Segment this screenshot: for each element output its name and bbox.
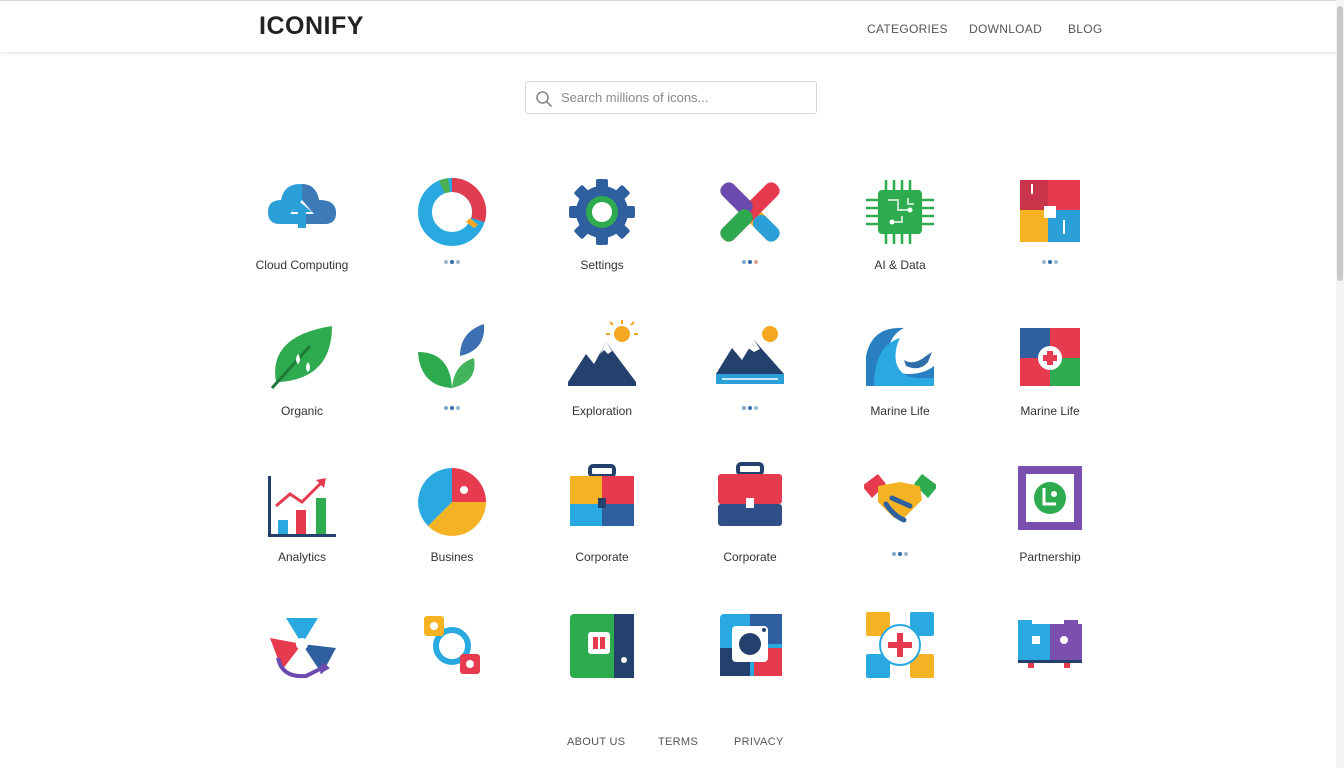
medical-cross-icon	[866, 612, 934, 678]
scrollbar-thumb[interactable]	[1337, 6, 1343, 281]
mountain-lake-icon	[716, 326, 784, 384]
icon-label: Exploration	[571, 404, 633, 418]
icon-tile[interactable]: Marine Life	[990, 306, 1110, 426]
icon-tile[interactable]: Organic	[242, 306, 362, 426]
icon-tile[interactable]	[542, 598, 662, 718]
recycle-arrows-icon	[270, 618, 336, 679]
vertical-scrollbar[interactable]	[1336, 0, 1344, 768]
sprout-icon	[418, 324, 485, 388]
loading-dots	[892, 552, 908, 556]
icon-label: Partnership	[1019, 550, 1081, 564]
icon-tile[interactable]: Cloud Computing	[242, 160, 362, 280]
icon-tile[interactable]	[840, 598, 960, 718]
icon-tile[interactable]: Partnership	[990, 452, 1110, 572]
icon-tile[interactable]	[392, 598, 512, 718]
icon-label: Busines	[430, 550, 474, 564]
nav-download[interactable]: DOWNLOAD	[969, 22, 1042, 36]
mountain-sun-icon	[568, 320, 638, 386]
icon-label: Settings	[580, 258, 624, 272]
icon-tile[interactable]: Analytics	[242, 452, 362, 572]
icon-tile[interactable]	[690, 160, 810, 280]
icon-tile[interactable]: Busines	[392, 452, 512, 572]
crossed-x-icon	[720, 182, 780, 242]
icon-tile[interactable]	[990, 598, 1110, 718]
briefcase-color-icon	[570, 464, 634, 526]
icon-tile[interactable]	[242, 598, 362, 718]
icon-tile[interactable]: Corporate	[690, 452, 810, 572]
icon-tile[interactable]: Settings	[542, 160, 662, 280]
gear-icon	[569, 179, 635, 245]
icon-tile[interactable]	[690, 598, 810, 718]
loading-dots	[444, 406, 460, 410]
green-box-icon	[570, 614, 634, 678]
icon-tile[interactable]: AI & Data	[840, 160, 960, 280]
monitor-folder-icon	[1018, 620, 1082, 668]
icon-tile[interactable]	[840, 452, 960, 572]
footer-about-us[interactable]: ABOUT US	[567, 736, 625, 748]
icon-label: Analytics	[277, 550, 327, 564]
search-icon	[536, 91, 552, 107]
icon-tile[interactable]	[690, 306, 810, 426]
partnership-frame-icon	[1018, 466, 1082, 530]
icon-label: Marine Life	[870, 404, 930, 418]
search-input[interactable]	[561, 82, 806, 113]
circuit-chip-icon	[866, 180, 934, 244]
cloud-upload-icon	[268, 184, 336, 232]
site-logo[interactable]: ICONIFY	[259, 12, 364, 41]
donut-chart-icon	[418, 177, 487, 246]
loading-dots	[742, 260, 758, 264]
icon-tile[interactable]	[990, 160, 1110, 280]
blue-box-icon	[720, 614, 782, 676]
wave-whale-icon	[866, 327, 934, 386]
nav-categories[interactable]: CATEGORIES	[867, 22, 948, 36]
leaf-drops-icon	[270, 326, 332, 390]
icon-label: Organic	[280, 404, 324, 418]
icon-label: AI & Data	[874, 258, 926, 272]
puzzle-tiles-icon	[1020, 180, 1080, 242]
icon-label: Corporate	[723, 550, 777, 564]
loading-dots	[1042, 260, 1058, 264]
loading-dots	[742, 406, 758, 410]
icon-tile[interactable]: Corporate	[542, 452, 662, 572]
search-box	[525, 81, 817, 114]
icon-label: Marine Life	[1020, 404, 1080, 418]
icon-tile[interactable]: Exploration	[542, 306, 662, 426]
briefcase-icon	[718, 462, 782, 526]
medical-puzzle-icon	[1020, 328, 1080, 386]
icon-tile[interactable]	[392, 160, 512, 280]
handshake-icon	[864, 474, 936, 523]
link-nodes-icon	[424, 616, 480, 674]
icon-label: Corporate	[575, 550, 629, 564]
pie-chart-icon	[418, 468, 486, 536]
icon-label: Cloud Computing	[255, 258, 349, 272]
top-navigation-bar: ICONIFY CATEGORIES DOWNLOAD BLOG	[0, 0, 1344, 52]
footer-terms[interactable]: TERMS	[658, 736, 698, 748]
footer-privacy[interactable]: PRIVACY	[734, 736, 784, 748]
icon-tile[interactable]	[392, 306, 512, 426]
icon-tile[interactable]: Marine Life	[840, 306, 960, 426]
bar-chart-icon	[268, 476, 336, 537]
loading-dots	[444, 260, 460, 264]
nav-blog[interactable]: BLOG	[1068, 22, 1103, 36]
